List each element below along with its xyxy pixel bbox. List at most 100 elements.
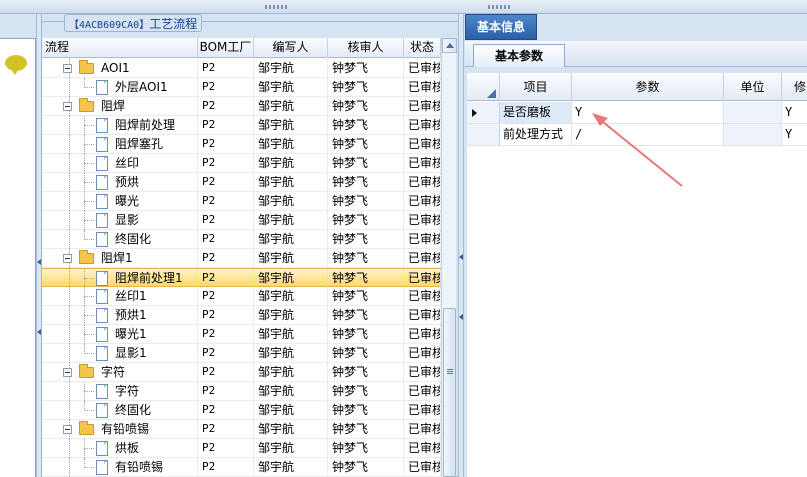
- params-row[interactable]: 前处理方式 / Y: [467, 124, 807, 146]
- writer-cell: 邹宇航: [254, 154, 328, 172]
- tree-node-label: AOI1: [101, 61, 130, 75]
- splitter-grip[interactable]: [488, 5, 512, 9]
- tree-cell: 预烘1: [42, 306, 198, 325]
- tree-row[interactable]: 曝光 P2 邹宇航 钟梦飞 已审核: [42, 192, 441, 211]
- params-row[interactable]: 是否磨板 Y Y: [467, 102, 807, 124]
- collapse-toggle-icon[interactable]: [63, 64, 72, 73]
- bom-factory-cell: P2: [198, 344, 254, 362]
- tree-node-label: 终固化: [115, 403, 152, 417]
- tree-row[interactable]: 有铅喷锡 P2 邹宇航 钟梦飞 已审核: [42, 420, 441, 439]
- tree-row[interactable]: 终固化 P2 邹宇航 钟梦飞 已审核: [42, 401, 441, 420]
- tree-row[interactable]: 显影1 P2 邹宇航 钟梦飞 已审核: [42, 344, 441, 363]
- reviewer-cell: 钟梦飞: [328, 230, 404, 248]
- document-icon: [96, 327, 108, 342]
- document-icon: [96, 80, 108, 95]
- chat-bubble-icon[interactable]: [5, 55, 27, 75]
- param-unit-cell[interactable]: [724, 102, 782, 123]
- scroll-up-button[interactable]: [442, 38, 457, 53]
- writer-cell: 邹宇航: [254, 363, 328, 381]
- tree-row[interactable]: 外层AOI1 P2 邹宇航 钟梦飞 已审核: [42, 78, 441, 97]
- document-icon: [96, 384, 108, 399]
- writer-cell: 邹宇航: [254, 420, 328, 438]
- tree-cell: 外层AOI1: [42, 78, 198, 97]
- param-flag-cell[interactable]: Y: [782, 102, 807, 123]
- column-header-bom-factory[interactable]: BOM工厂: [198, 38, 254, 58]
- collapse-toggle-icon[interactable]: [63, 368, 72, 377]
- middle-splitter[interactable]: [458, 14, 464, 477]
- reviewer-cell: 钟梦飞: [328, 249, 404, 267]
- document-icon: [96, 441, 108, 456]
- collapse-toggle-icon[interactable]: [63, 425, 72, 434]
- tree-row[interactable]: 显影 P2 邹宇航 钟梦飞 已审核: [42, 211, 441, 230]
- column-header-reviewer[interactable]: 核审人: [328, 38, 404, 58]
- basic-info-panel: 基本信息 基本参数 项目 参数 单位 修 是否磨板 Y Y 前处理方式 / Y: [465, 14, 807, 477]
- splitter-grip[interactable]: [265, 5, 289, 9]
- param-value-cell[interactable]: /: [572, 124, 724, 145]
- scroll-thumb[interactable]: [443, 308, 456, 477]
- tab-basic-info[interactable]: 基本信息: [465, 14, 537, 40]
- tree-node-label: 终固化: [115, 232, 152, 246]
- status-cell: 已审核: [404, 230, 441, 248]
- tree-row[interactable]: 字符 P2 邹宇航 钟梦飞 已审核: [42, 363, 441, 382]
- column-header-unit[interactable]: 单位: [724, 73, 782, 101]
- tree-row[interactable]: 曝光1 P2 邹宇航 钟梦飞 已审核: [42, 325, 441, 344]
- status-cell: 已审核: [404, 401, 441, 419]
- status-cell: 已审核: [404, 344, 441, 362]
- column-header-status[interactable]: 状态: [404, 38, 441, 58]
- tree-row[interactable]: AOI1 P2 邹宇航 钟梦飞 已审核: [42, 59, 441, 78]
- tree-node-label: 字符: [101, 365, 126, 379]
- tree-vertical-scrollbar[interactable]: [441, 38, 457, 477]
- tree-node-label: 阻焊: [101, 99, 126, 113]
- tree-row[interactable]: 阻焊 P2 邹宇航 钟梦飞 已审核: [42, 97, 441, 116]
- reviewer-cell: 钟梦飞: [328, 401, 404, 419]
- param-flag-cell[interactable]: Y: [782, 124, 807, 145]
- bom-factory-cell: P2: [198, 306, 254, 324]
- tree-cell: 终固化: [42, 401, 198, 420]
- sub-tab-bar: 基本参数: [465, 41, 807, 67]
- document-icon: [96, 403, 108, 418]
- tree-cell: 阻焊1: [42, 249, 198, 268]
- collapse-toggle-icon[interactable]: [63, 254, 72, 263]
- tree-row[interactable]: 预烘 P2 邹宇航 钟梦飞 已审核: [42, 173, 441, 192]
- tree-row[interactable]: 丝印1 P2 邹宇航 钟梦飞 已审核: [42, 287, 441, 306]
- bom-factory-cell: P2: [198, 249, 254, 267]
- tree-node-label: 阻焊前处理1: [115, 271, 183, 285]
- tab-basic-params[interactable]: 基本参数: [473, 44, 565, 67]
- writer-cell: 邹宇航: [254, 173, 328, 191]
- writer-cell: 邹宇航: [254, 269, 328, 287]
- collapse-toggle-icon[interactable]: [63, 102, 72, 111]
- param-item-cell[interactable]: 前处理方式: [500, 124, 572, 145]
- column-header-item[interactable]: 项目: [500, 73, 572, 101]
- tree-row[interactable]: 有铅喷锡 P2 邹宇航 钟梦飞 已审核: [42, 458, 441, 477]
- document-icon: [96, 137, 108, 152]
- column-header-flow[interactable]: 流程: [42, 38, 198, 58]
- process-tree-grid[interactable]: 流程 BOM工厂 编写人 核审人 状态 AOI1 P2 邹宇航 钟梦飞 已审核 …: [42, 38, 441, 477]
- tree-row[interactable]: 丝印 P2 邹宇航 钟梦飞 已审核: [42, 154, 441, 173]
- tree-row[interactable]: 阻焊前处理 P2 邹宇航 钟梦飞 已审核: [42, 116, 441, 135]
- reviewer-cell: 钟梦飞: [328, 154, 404, 172]
- writer-cell: 邹宇航: [254, 135, 328, 153]
- tree-row[interactable]: 预烘1 P2 邹宇航 钟梦飞 已审核: [42, 306, 441, 325]
- writer-cell: 邹宇航: [254, 439, 328, 457]
- column-header-flag[interactable]: 修: [782, 73, 807, 101]
- document-icon: [96, 271, 108, 286]
- tree-row[interactable]: 阻焊前处理1 P2 邹宇航 钟梦飞 已审核: [42, 268, 441, 288]
- tree-row[interactable]: 烘板 P2 邹宇航 钟梦飞 已审核: [42, 439, 441, 458]
- column-header-writer[interactable]: 编写人: [254, 38, 328, 58]
- status-cell: 已审核: [404, 382, 441, 400]
- writer-cell: 邹宇航: [254, 211, 328, 229]
- tree-row[interactable]: 阻焊1 P2 邹宇航 钟梦飞 已审核: [42, 249, 441, 268]
- reviewer-cell: 钟梦飞: [328, 97, 404, 115]
- reviewer-cell: 钟梦飞: [328, 306, 404, 324]
- writer-cell: 邹宇航: [254, 287, 328, 305]
- params-grid[interactable]: 项目 参数 单位 修 是否磨板 Y Y 前处理方式 / Y: [467, 73, 807, 477]
- tree-node-label: 阻焊塞孔: [115, 137, 164, 151]
- bom-factory-cell: P2: [198, 135, 254, 153]
- param-value-cell[interactable]: Y: [572, 102, 724, 123]
- tree-row[interactable]: 字符 P2 邹宇航 钟梦飞 已审核: [42, 382, 441, 401]
- column-header-param[interactable]: 参数: [572, 73, 724, 101]
- param-unit-cell[interactable]: [724, 124, 782, 145]
- tree-row[interactable]: 阻焊塞孔 P2 邹宇航 钟梦飞 已审核: [42, 135, 441, 154]
- tree-row[interactable]: 终固化 P2 邹宇航 钟梦飞 已审核: [42, 230, 441, 249]
- param-item-cell[interactable]: 是否磨板: [500, 102, 572, 123]
